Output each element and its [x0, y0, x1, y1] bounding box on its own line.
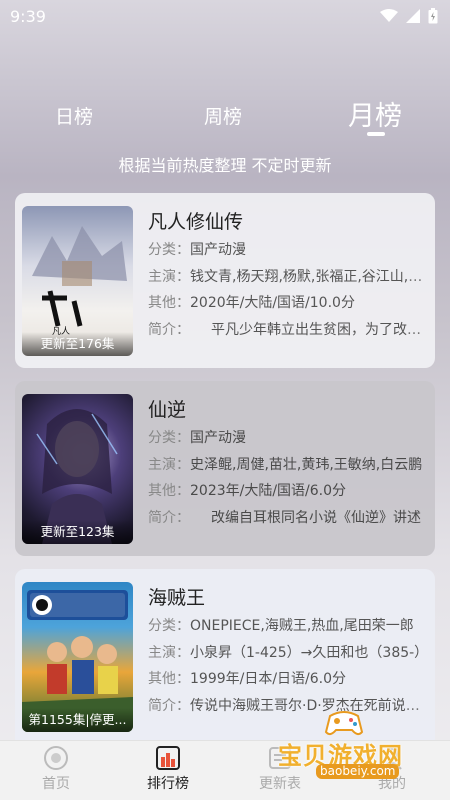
info-row-cast: 主演：史泽鲲,周健,苗壮,黄玮,王敏纳,白云鹏	[148, 456, 423, 473]
item-title: 凡人修仙传	[148, 211, 244, 233]
info-row-synopsis: 简介： 改编自耳根同名小说《仙逆》讲述	[148, 509, 421, 526]
ranking-card[interactable]: 更新至123集 仙逆 分类：国产动漫 主演：史泽鲲,周健,苗壮,黄玮,王敏纳,白…	[15, 381, 435, 556]
nav-ranking-label: 排行榜	[147, 776, 189, 792]
info-row-cast: 主演：小泉昇（1-425）→久田和也（385-）	[148, 644, 429, 661]
info-row-category: 分类：ONEPIECE,海贼王,热血,尾田荣一郎	[148, 618, 414, 634]
info-row-other: 其他：2020年/大陆/国语/10.0分	[148, 295, 355, 311]
info-row-other: 其他：2023年/大陆/国语/6.0分	[148, 483, 347, 499]
battery-icon	[428, 8, 438, 24]
gamepad-icon	[324, 711, 364, 736]
watermark: 宝贝游戏网 baobeiy.com	[272, 706, 422, 786]
tab-daily[interactable]: 日榜	[55, 102, 93, 129]
poster-image[interactable]: 更新至123集	[22, 394, 133, 544]
tab-monthly[interactable]: 月榜	[348, 94, 402, 133]
card-info: 凡人修仙传 分类：国产动漫 主演：钱文青,杨天翔,杨默,张福正,谷江山,于镜 其…	[148, 207, 430, 343]
info-row-cast: 主演：钱文青,杨天翔,杨默,张福正,谷江山,于镜	[148, 268, 430, 285]
status-time: 9:39	[10, 6, 46, 26]
tab-weekly[interactable]: 周榜	[204, 102, 242, 129]
info-row-category: 分类：国产动漫	[148, 430, 246, 446]
episode-badge: 更新至176集	[22, 332, 133, 356]
nav-home-label: 首页	[42, 776, 70, 792]
poster-image[interactable]: 第1155集|停更...	[22, 582, 133, 732]
status-icons	[380, 8, 438, 24]
watermark-url: baobeiy.com	[316, 764, 400, 779]
info-row-category: 分类：国产动漫	[148, 242, 246, 258]
episode-badge: 更新至123集	[22, 520, 133, 544]
tab-indicator	[367, 132, 385, 136]
item-title: 海贼王	[148, 587, 206, 609]
episode-badge: 第1155集|停更...	[22, 708, 133, 732]
ranking-icon	[156, 746, 180, 770]
status-bar: 9:39	[0, 0, 450, 32]
ranking-subtitle: 根据当前热度整理 不定时更新	[118, 156, 332, 175]
nav-ranking[interactable]: 排行榜	[112, 741, 224, 800]
info-row-synopsis: 简介： 平凡少年韩立出生贫困，为了改善家人	[148, 321, 430, 338]
nav-home[interactable]: 首页	[0, 741, 112, 800]
item-title: 仙逆	[148, 399, 187, 421]
ranking-card[interactable]: 凡人 更新至176集 凡人修仙传 分类：国产动漫 主演：钱文青,杨天翔,杨默,张…	[15, 193, 435, 368]
card-info: 海贼王 分类：ONEPIECE,海贼王,热血,尾田荣一郎 主演：小泉昇（1-42…	[148, 583, 430, 719]
home-icon	[44, 746, 68, 770]
wifi-icon	[380, 9, 398, 22]
poster-image[interactable]: 凡人 更新至176集	[22, 206, 133, 356]
info-row-other: 其他：1999年/日本/日语/6.0分	[148, 671, 347, 687]
card-info: 仙逆 分类：国产动漫 主演：史泽鲲,周健,苗壮,黄玮,王敏纳,白云鹏 其他：20…	[148, 395, 430, 531]
period-tabs: 日榜 周榜 月榜	[0, 92, 450, 142]
signal-icon	[406, 9, 420, 23]
